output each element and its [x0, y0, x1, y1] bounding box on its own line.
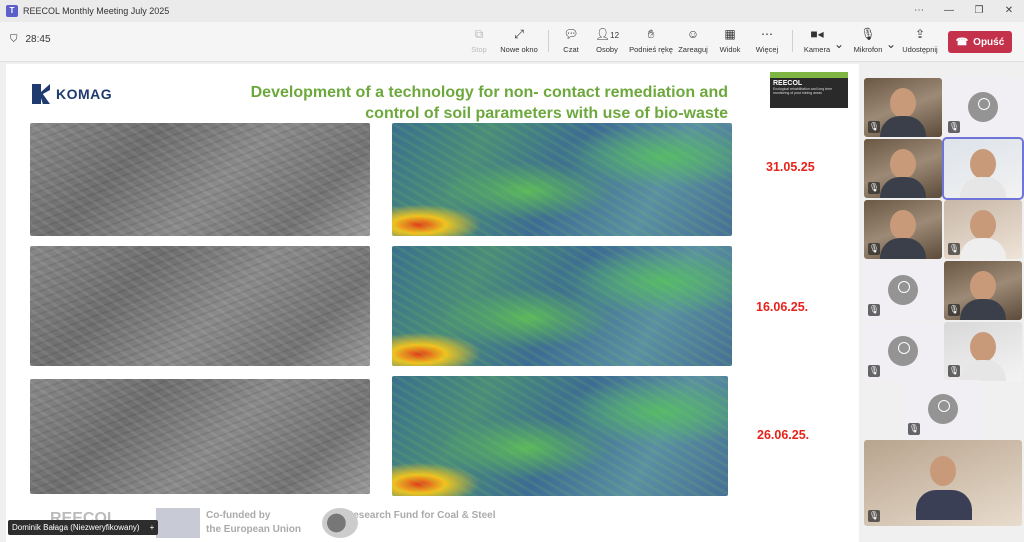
pop-out-icon: ⤢ — [514, 27, 524, 41]
stop-button[interactable]: ⧉ Stop — [466, 26, 492, 60]
teams-logo-icon: T — [6, 5, 18, 17]
mic-muted-icon: 🎙︎ — [868, 243, 880, 255]
mic-muted-icon: 🎙︎ — [868, 510, 880, 522]
chat-icon: 💬︎ — [563, 27, 579, 41]
chat-button[interactable]: 💬︎ Czat — [558, 26, 584, 60]
microphone-button[interactable]: 🎙︎ Mikrofon — [850, 26, 886, 60]
close-button[interactable]: ✕ — [994, 0, 1024, 22]
avatar-icon — [888, 275, 918, 305]
footer-rfcs: Research Fund for Coal & Steel — [346, 510, 496, 521]
mic-muted-icon: 🎙︎ — [868, 182, 880, 194]
people-button[interactable]: 👤︎12 Osoby — [592, 26, 622, 60]
participant-tile-active-speaker[interactable] — [942, 137, 1024, 200]
participant-tile[interactable]: 🎙︎ — [864, 139, 942, 198]
meeting-toolbar: ⛉ 28:45 ⧉ Stop ⤢ Nowe okno 💬︎ Czat 👤︎12 … — [0, 22, 1024, 62]
toolbar-divider — [548, 30, 549, 52]
ndvi-image-1 — [392, 123, 732, 236]
minimize-button[interactable]: — — [934, 0, 964, 22]
window-title: REECOL Monthly Meeting July 2025 — [23, 6, 170, 16]
emoji-icon: ☺ — [686, 27, 700, 41]
footer-cofunded-line1: Co-funded by — [206, 510, 271, 521]
grayscale-image-3 — [30, 379, 370, 494]
footer-cofunded-line2: the European Union — [206, 524, 301, 535]
new-window-button[interactable]: ⤢ Nowe okno — [498, 26, 540, 60]
share-button[interactable]: ⇪ Udostępnij — [900, 26, 940, 60]
timer-value: 28:45 — [25, 34, 51, 45]
ellipsis-icon: ⋯ — [761, 27, 773, 41]
grayscale-image-2 — [30, 246, 370, 366]
hand-icon: ✋︎ — [647, 27, 655, 41]
shield-icon: ⛉ — [10, 34, 18, 45]
komag-logo-icon — [32, 84, 50, 104]
mic-muted-icon: 🎙︎ — [868, 365, 880, 377]
share-screen-icon: ⇪ — [914, 27, 926, 41]
raise-hand-button[interactable]: ✋︎ Podnieś rękę — [628, 26, 674, 60]
rfcs-logo-icon — [322, 508, 358, 538]
ndvi-image-2 — [392, 246, 732, 366]
date-label-2: 16.06.25. — [756, 300, 809, 314]
participant-tile[interactable]: 🎙︎ — [864, 261, 942, 320]
add-icon[interactable]: + — [150, 520, 155, 535]
view-button[interactable]: ▦ Widok — [716, 26, 744, 60]
more-button[interactable]: ⋯ Więcej — [752, 26, 782, 60]
maximize-button[interactable]: ❐ — [964, 0, 994, 22]
mic-muted-icon: 🎙︎ — [948, 304, 960, 316]
people-icon: 👤︎12 — [594, 27, 620, 41]
mic-muted-icon: 🎙︎ — [860, 27, 876, 41]
mic-muted-icon: 🎙︎ — [948, 121, 960, 133]
toolbar-divider — [792, 30, 793, 52]
people-count: 12 — [610, 31, 620, 40]
more-options-icon[interactable]: ⋯ — [904, 0, 934, 22]
mic-muted-icon: 🎙︎ — [868, 121, 880, 133]
slide-title: Development of a technology for non- con… — [250, 84, 728, 122]
presenter-name-bar: Dominik Bałaga (Niezweryfikowany) + — [8, 520, 159, 535]
participant-tile[interactable]: 🎙︎ — [864, 78, 942, 137]
avatar-icon — [968, 92, 998, 122]
participant-tile[interactable]: 🎙︎ — [904, 380, 982, 439]
komag-logo: KOMAG — [32, 84, 112, 104]
participant-tile[interactable]: 🎙︎ — [864, 200, 942, 259]
participant-tile[interactable]: 🎙︎ — [864, 322, 942, 381]
mic-muted-icon: 🎙︎ — [908, 423, 920, 435]
date-label-1: 31.05.25 — [766, 160, 815, 174]
title-bar: T REECOL Monthly Meeting July 2025 ⋯ — ❐… — [0, 0, 1024, 22]
eu-flag-icon — [156, 508, 200, 538]
camera-button[interactable]: ■◂ Kamera — [800, 26, 834, 60]
mic-muted-icon: 🎙︎ — [948, 243, 960, 255]
participant-tile-large[interactable]: 🎙︎ — [864, 440, 1022, 526]
participant-tile[interactable]: 🎙︎ — [944, 78, 1022, 137]
stop-share-icon: ⧉ — [474, 27, 484, 41]
participant-tile[interactable]: 🎙︎ — [944, 200, 1022, 259]
mic-options-chevron-icon[interactable]: ⌄ — [886, 36, 896, 70]
grayscale-image-1 — [30, 123, 370, 236]
leave-button[interactable]: ☎ Opuść — [948, 31, 1012, 53]
date-label-3: 26.06.25. — [757, 428, 810, 442]
phone-hangup-icon: ☎ — [955, 36, 969, 48]
participant-tile[interactable]: 🎙︎ — [944, 261, 1022, 320]
meeting-timer: ⛉ 28:45 — [10, 34, 51, 45]
grid-icon: ▦ — [724, 27, 736, 41]
reecol-badge: REECOL Ecological rehabilitation and lon… — [770, 72, 848, 108]
mic-muted-icon: 🎙︎ — [948, 365, 960, 377]
participant-tile[interactable]: 🎙︎ — [944, 322, 1022, 381]
mic-muted-icon: 🎙︎ — [868, 304, 880, 316]
avatar-icon — [928, 394, 958, 424]
video-camera-icon: ■◂ — [810, 27, 824, 41]
react-button[interactable]: ☺ Zareaguj — [677, 26, 709, 60]
ndvi-image-3 — [392, 376, 728, 496]
avatar-icon — [888, 336, 918, 366]
shared-slide: KOMAG Development of a technology for no… — [6, 64, 859, 542]
